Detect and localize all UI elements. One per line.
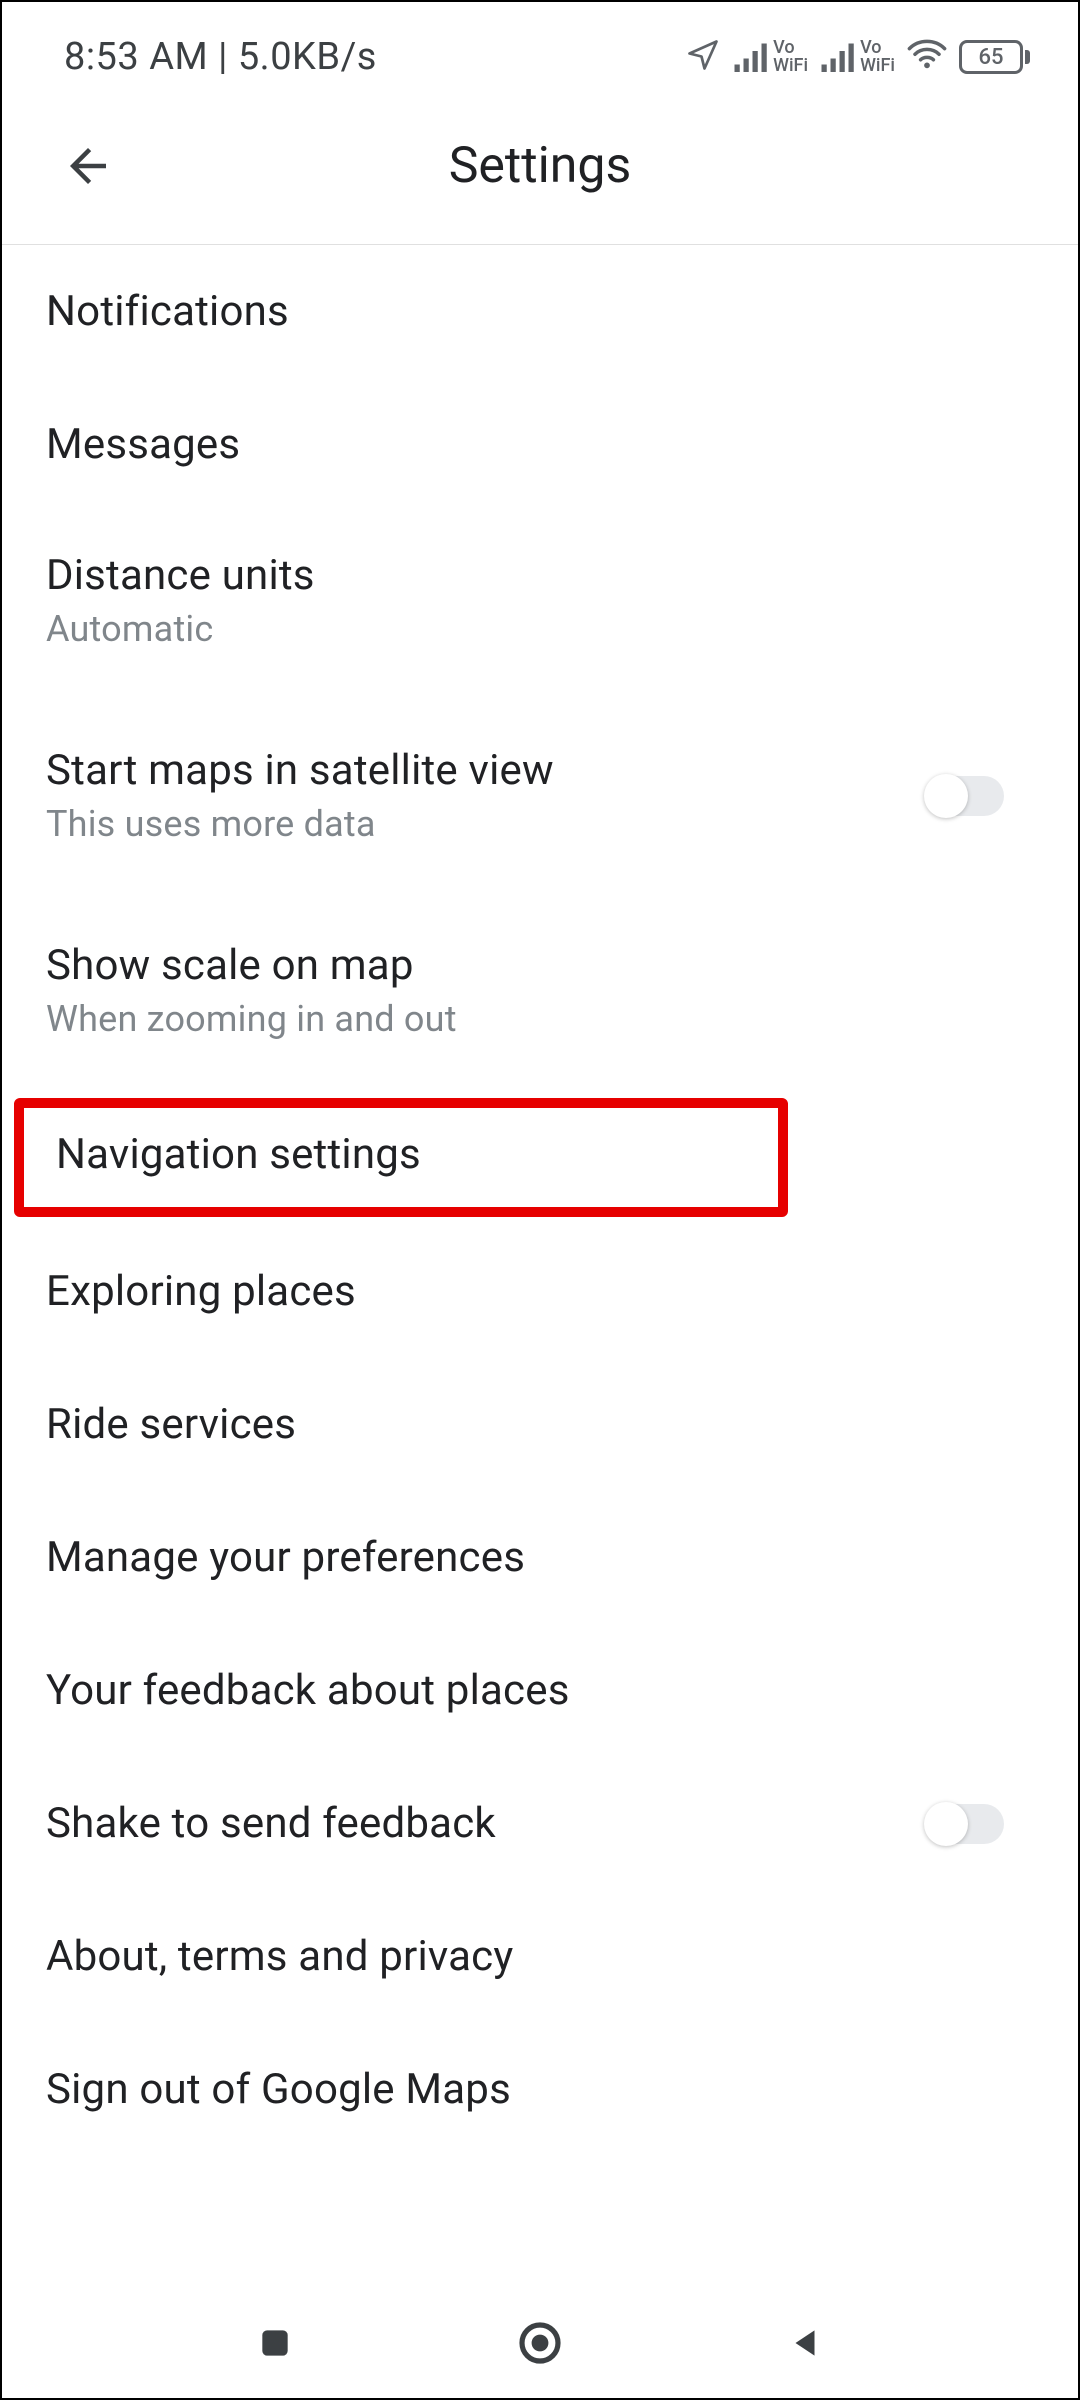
battery-level: 65 bbox=[978, 45, 1003, 70]
wifi-icon bbox=[907, 39, 947, 75]
system-nav-bar bbox=[2, 2288, 1078, 2398]
setting-item-notifications[interactable]: Notifications bbox=[2, 245, 1078, 378]
setting-item-distance-units[interactable]: Distance units Automatic bbox=[2, 511, 1078, 690]
square-icon bbox=[256, 2324, 294, 2362]
signal-sim2: Vo WiFi bbox=[820, 39, 895, 75]
setting-item-shake-feedback[interactable]: Shake to send feedback bbox=[2, 1757, 1078, 1890]
vo-wifi-label-2: Vo WiFi bbox=[860, 39, 895, 75]
setting-item-navigation-settings[interactable]: Navigation settings bbox=[14, 1098, 788, 1217]
setting-title: Distance units bbox=[46, 551, 315, 600]
setting-title: Notifications bbox=[46, 287, 289, 336]
status-data-rate: 5.0KB/s bbox=[238, 35, 377, 79]
setting-subtitle: When zooming in and out bbox=[46, 998, 457, 1040]
setting-title: About, terms and privacy bbox=[46, 1932, 513, 1981]
setting-title: Start maps in satellite view bbox=[46, 746, 554, 795]
setting-item-manage-preferences[interactable]: Manage your preferences bbox=[2, 1491, 1078, 1624]
setting-item-show-scale[interactable]: Show scale on map When zooming in and ou… bbox=[2, 885, 1078, 1080]
location-icon bbox=[685, 37, 721, 77]
setting-item-exploring-places[interactable]: Exploring places bbox=[2, 1235, 1078, 1358]
battery-indicator: 65 bbox=[959, 40, 1030, 74]
setting-subtitle: This uses more data bbox=[46, 803, 554, 845]
status-bar: 8:53 AM | 5.0KB/s Vo WiFi bbox=[2, 2, 1078, 102]
status-separator: | bbox=[208, 35, 238, 79]
setting-title: Shake to send feedback bbox=[46, 1799, 496, 1848]
setting-title: Messages bbox=[46, 420, 240, 469]
setting-title: Manage your preferences bbox=[46, 1533, 525, 1582]
setting-title: Your feedback about places bbox=[46, 1666, 570, 1715]
status-right: Vo WiFi Vo WiFi bbox=[685, 37, 1030, 77]
signal-bars-icon bbox=[820, 42, 856, 72]
setting-item-satellite-view[interactable]: Start maps in satellite view This uses m… bbox=[2, 690, 1078, 885]
nav-recent-button[interactable] bbox=[245, 2313, 305, 2373]
signal-bars-icon bbox=[733, 42, 769, 72]
setting-item-ride-services[interactable]: Ride services bbox=[2, 1358, 1078, 1491]
status-left: 8:53 AM | 5.0KB/s bbox=[64, 35, 377, 79]
app-bar: Settings bbox=[2, 102, 1078, 245]
setting-item-feedback-about-places[interactable]: Your feedback about places bbox=[2, 1624, 1078, 1757]
setting-subtitle: Automatic bbox=[46, 608, 315, 650]
arrow-back-icon bbox=[61, 139, 115, 193]
shake-feedback-toggle[interactable] bbox=[928, 1804, 1004, 1844]
satellite-toggle[interactable] bbox=[928, 776, 1004, 816]
circle-icon bbox=[516, 2319, 564, 2367]
signal-sim1: Vo WiFi bbox=[733, 39, 808, 75]
setting-title: Navigation settings bbox=[56, 1130, 746, 1179]
page-title: Settings bbox=[449, 137, 632, 195]
setting-title: Show scale on map bbox=[46, 941, 457, 990]
back-button[interactable] bbox=[52, 130, 124, 202]
vo-wifi-label-1: Vo WiFi bbox=[773, 39, 808, 75]
status-time: 8:53 AM bbox=[64, 35, 208, 79]
nav-home-button[interactable] bbox=[510, 2313, 570, 2373]
setting-item-sign-out[interactable]: Sign out of Google Maps bbox=[2, 2023, 1078, 2156]
triangle-back-icon bbox=[786, 2324, 824, 2362]
setting-title: Exploring places bbox=[46, 1267, 356, 1316]
setting-title: Ride services bbox=[46, 1400, 296, 1449]
setting-item-about-terms-privacy[interactable]: About, terms and privacy bbox=[2, 1890, 1078, 2023]
nav-back-button[interactable] bbox=[775, 2313, 835, 2373]
settings-list: Notifications Messages Distance units Au… bbox=[2, 245, 1078, 2156]
setting-item-messages[interactable]: Messages bbox=[2, 378, 1078, 511]
setting-title: Sign out of Google Maps bbox=[46, 2065, 511, 2114]
